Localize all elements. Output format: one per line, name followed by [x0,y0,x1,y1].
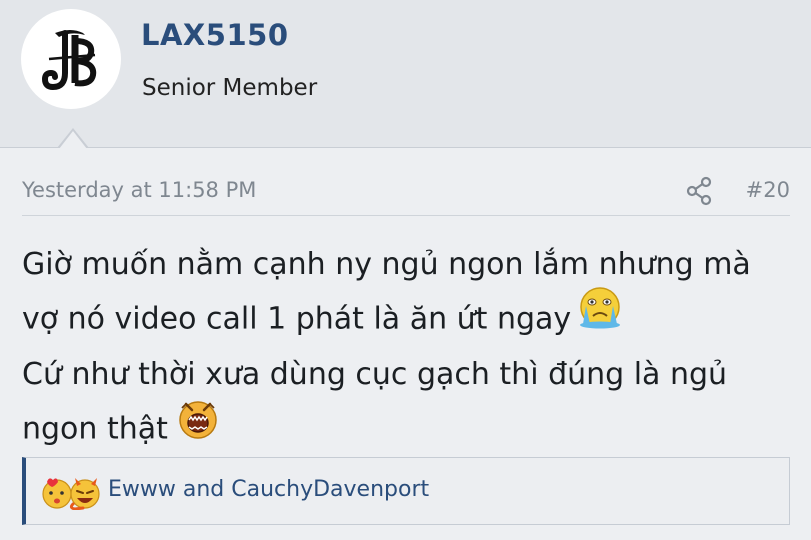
love-kiss-icon [42,478,72,509]
post-timestamp[interactable]: Yesterday at 11:58 PM [22,178,256,202]
user-title: Senior Member [142,75,318,101]
post: Yesterday at 11:58 PM #20 Giờ muốn nằm c… [0,147,811,540]
avatar[interactable] [21,9,121,109]
post-pointer-arrow-fill [59,131,87,149]
crying-emoji [577,286,623,346]
post-line-with-emoji: vợ nó video call 1 phát là ăn ứt ngay [22,287,792,350]
post-line-with-emoji: ngon thật [22,400,792,460]
shouting-emoji [174,396,222,456]
reactions-bar[interactable]: Ewww and CauchyDavenport [22,457,790,525]
jb-monogram-logo [41,30,97,91]
username[interactable]: LAX5150 [141,18,289,52]
post-meta: Yesterday at 11:58 PM #20 [22,176,790,216]
post-line: Cứ như thời xưa dùng cục gạch thì đúng l… [22,357,728,392]
haha-icon [69,478,100,511]
post-line: vợ nó video call 1 phát là ăn ứt ngay [22,301,572,337]
share-icon[interactable] [686,176,714,206]
post-number[interactable]: #20 [746,178,790,202]
reaction-icons [39,474,105,511]
reaction-users-link[interactable]: Ewww and CauchyDavenport [108,477,429,502]
post-body: Giờ muốn nằm cạnh ny ngủ ngon lắm nhưng … [22,240,792,460]
user-header: LAX5150 Senior Member [0,0,811,148]
post-line: Giờ muốn nằm cạnh ny ngủ ngon lắm nhưng … [22,247,751,282]
post-line: ngon thật [22,411,168,447]
